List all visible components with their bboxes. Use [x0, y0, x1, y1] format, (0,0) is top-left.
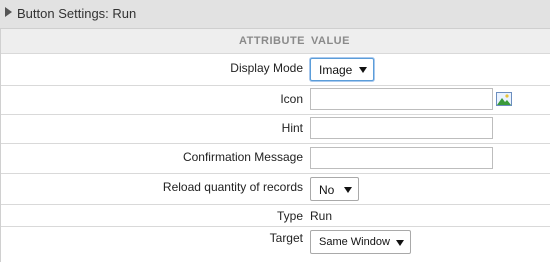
row-target: Target Same Window	[1, 226, 550, 262]
target-select[interactable]: Same Window	[310, 230, 411, 254]
target-selected: Same Window	[319, 236, 390, 248]
reload-quantity-select[interactable]: No	[310, 177, 359, 201]
type-value: Run	[310, 209, 333, 223]
confirmation-message-input[interactable]	[310, 147, 493, 169]
panel-header[interactable]: Button Settings: Run	[0, 0, 550, 29]
chevron-down-icon	[359, 67, 367, 73]
attribute-column-header: ATTRIBUTE	[238, 35, 305, 47]
row-type: Type Run	[1, 204, 550, 226]
confirmation-message-label: Confirmation Message	[182, 150, 303, 164]
row-reload-quantity: Reload quantity of records No	[1, 173, 550, 204]
reload-quantity-label: Reload quantity of records	[162, 180, 303, 194]
chevron-down-icon	[344, 187, 352, 193]
hint-input[interactable]	[310, 117, 493, 139]
display-mode-select[interactable]: Image	[310, 58, 374, 81]
target-label: Target	[269, 231, 303, 245]
chevron-down-icon	[396, 240, 404, 246]
value-column-header: VALUE	[311, 35, 350, 47]
collapse-triangle-icon[interactable]	[5, 7, 12, 17]
row-confirmation-message: Confirmation Message	[1, 143, 550, 173]
icon-input[interactable]	[310, 88, 493, 110]
row-display-mode: Display Mode Image	[1, 53, 550, 85]
row-icon: Icon	[1, 85, 550, 114]
attribute-table: ATTRIBUTE VALUE Display Mode Image Icon …	[0, 29, 550, 262]
image-icon[interactable]	[496, 92, 512, 106]
display-mode-label: Display Mode	[230, 61, 303, 75]
panel-title: Button Settings: Run	[17, 6, 137, 21]
type-label: Type	[276, 209, 303, 223]
row-hint: Hint	[1, 114, 550, 143]
button-settings-panel: Button Settings: Run ATTRIBUTE VALUE Dis…	[0, 0, 550, 262]
column-header-row: ATTRIBUTE VALUE	[1, 29, 550, 53]
icon-label: Icon	[280, 92, 303, 106]
hint-label: Hint	[281, 121, 303, 135]
display-mode-selected: Image	[319, 63, 353, 77]
reload-quantity-selected: No	[319, 183, 335, 197]
